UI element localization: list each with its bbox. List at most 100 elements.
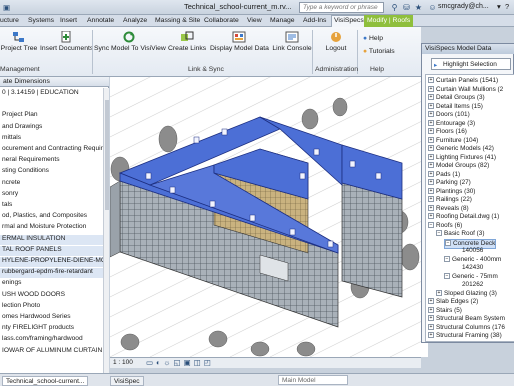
tab-massing-site[interactable]: Massing & Site (153, 16, 202, 25)
project-tree-button[interactable]: Project Tree (0, 31, 38, 52)
properties-row[interactable]: lection Photo (0, 302, 103, 312)
tree-item[interactable]: 201262 (452, 281, 483, 289)
tab-systems[interactable]: Systems (26, 16, 56, 25)
expand-icon[interactable]: + (428, 204, 434, 211)
tree-item[interactable]: + Pads (1) (428, 171, 460, 179)
tree-item[interactable]: + Reveals (8) (428, 205, 469, 213)
taskbar-item-document[interactable]: Technical_school-current... (2, 376, 89, 386)
expand-icon[interactable]: + (428, 306, 434, 313)
account-dropdown-icon[interactable]: ▾ (497, 2, 501, 11)
taskbar-item-visispec[interactable]: VisiSpec (110, 376, 144, 386)
tab-view[interactable]: View (245, 16, 264, 25)
tree-item[interactable]: − Generic - 75mm (444, 273, 498, 281)
collapse-icon[interactable]: − (444, 272, 450, 279)
tree-item[interactable]: + Furniture (104) (428, 137, 478, 145)
tab-add-ins[interactable]: Add-Ins (301, 16, 328, 25)
tree-item[interactable]: + Railings (22) (428, 196, 472, 204)
tree-item[interactable]: + Plantings (30) (428, 188, 475, 196)
scrollbar-thumb[interactable] (105, 100, 109, 210)
tree-item[interactable]: − Basic Roof (3) (436, 230, 485, 238)
tab-visispecs[interactable]: VisiSpecs (331, 15, 367, 27)
tree-item[interactable]: + Detail Items (15) (428, 103, 483, 111)
properties-row[interactable]: ocurement and Contracting Requirer (0, 145, 103, 155)
properties-row[interactable]: tals (0, 201, 103, 211)
properties-row[interactable] (0, 100, 103, 110)
create-links-button[interactable]: Create Links (168, 31, 206, 52)
expand-icon[interactable]: + (428, 85, 434, 92)
collapse-icon[interactable]: − (444, 255, 450, 262)
insert-documents-button[interactable]: Insert Documents (40, 31, 93, 52)
tab-annotate[interactable]: Annotate (85, 16, 116, 25)
properties-row[interactable]: sting Conditions (0, 167, 103, 177)
communication-icon[interactable]: ★ (413, 2, 424, 13)
tab-structure[interactable]: ucture (0, 16, 21, 25)
tree-item[interactable]: − Generic - 400mm (444, 256, 501, 264)
collapse-icon[interactable]: − (436, 230, 442, 237)
model-data-tree[interactable]: + Curtain Panels (1541) + Curtain Wall Mull… (425, 74, 514, 342)
tree-item[interactable]: + Structural Columns (176 (428, 324, 505, 332)
properties-row[interactable]: Project Plan (0, 111, 103, 121)
properties-row[interactable]: enings (0, 279, 103, 289)
properties-scrollbar[interactable] (103, 88, 109, 373)
collapse-icon[interactable]: − (445, 239, 451, 246)
expand-icon[interactable]: + (428, 136, 434, 143)
sync-model-button[interactable]: Sync Model To VisiView (94, 31, 166, 52)
tree-item[interactable]: + Lighting Fixtures (41) (428, 154, 496, 162)
expand-icon[interactable]: + (428, 128, 434, 135)
binoculars-icon[interactable]: ⚲ (389, 2, 400, 13)
tree-item[interactable]: + Model Groups (82) (428, 162, 489, 170)
properties-row[interactable]: od, Plastics, and Composites (0, 212, 103, 222)
expand-icon[interactable]: + (428, 170, 434, 177)
expand-icon[interactable]: + (436, 289, 442, 296)
link-console-button[interactable]: Link Console (272, 31, 312, 52)
expand-icon[interactable]: + (428, 94, 434, 101)
expand-icon[interactable]: + (428, 179, 434, 186)
tree-item[interactable]: + Doors (101) (428, 111, 470, 119)
properties-row[interactable]: IOWAR OF ALUMINUM CURTAIN (0, 347, 103, 357)
help-button[interactable]: ● Help (363, 35, 383, 42)
properties-row[interactable]: omes Hardwood Series (0, 313, 103, 323)
tree-item[interactable]: + Entourage (3) (428, 120, 475, 128)
expand-icon[interactable]: + (428, 315, 434, 322)
view-scale[interactable]: 1 : 100 (113, 359, 133, 366)
user-icon[interactable]: ☺ (427, 2, 438, 13)
expand-icon[interactable]: + (428, 111, 434, 118)
tree-item[interactable]: + Structural Framing (38) (428, 332, 502, 340)
properties-row[interactable]: and Drawings (0, 123, 103, 133)
expand-icon[interactable]: + (428, 145, 434, 152)
3d-viewport[interactable] (110, 77, 428, 357)
properties-row[interactable]: HYLENE-PROPYLENE-DIENE-MONON (0, 257, 103, 267)
expand-icon[interactable]: + (428, 323, 434, 330)
tab-analyze[interactable]: Analyze (121, 16, 149, 25)
tree-item[interactable]: − Roofs (6) (428, 222, 462, 230)
model-selector[interactable]: Main Model (278, 375, 348, 385)
expand-icon[interactable]: + (428, 213, 434, 220)
tutorials-button[interactable]: ● Tutorials (363, 48, 395, 55)
properties-row[interactable]: TAL ROOF PANELS (0, 245, 103, 256)
tree-item[interactable]: + Parking (27) (428, 179, 471, 187)
tree-item[interactable]: + Slab Edges (2) (428, 298, 478, 306)
tree-item[interactable]: + Stairs (5) (428, 307, 462, 315)
tree-item[interactable]: + Detail Groups (3) (428, 94, 485, 102)
expand-icon[interactable]: + (428, 332, 434, 339)
tree-item[interactable]: + Curtain Wall Mullions (2 (428, 86, 503, 94)
expand-icon[interactable]: + (428, 162, 434, 169)
logout-button[interactable]: Logout (321, 31, 351, 52)
tree-item[interactable]: 140056 (452, 247, 483, 255)
properties-row[interactable]: mittals (0, 134, 103, 144)
expand-icon[interactable]: + (428, 77, 434, 84)
properties-row[interactable]: rmal and Moisture Protection (0, 223, 103, 233)
app-logo-icon[interactable]: ▣ (3, 3, 10, 12)
expand-icon[interactable]: + (428, 196, 434, 203)
display-model-data-button[interactable]: Display Model Data (210, 31, 269, 52)
tree-item[interactable]: 142430 (452, 264, 483, 272)
properties-row[interactable]: rubbergard-epdm-fire-retardant (0, 268, 103, 279)
search-input[interactable]: Type a keyword or phrase (299, 2, 384, 13)
expand-icon[interactable]: + (428, 119, 434, 126)
tree-item[interactable]: + Generic Models (42) (428, 145, 494, 153)
tree-item[interactable]: + Floors (16) (428, 128, 467, 136)
properties-row[interactable]: ncrete (0, 179, 103, 189)
expand-icon[interactable]: + (428, 187, 434, 194)
tab-insert[interactable]: Insert (58, 16, 79, 25)
properties-row[interactable]: neral Requirements (0, 156, 103, 166)
